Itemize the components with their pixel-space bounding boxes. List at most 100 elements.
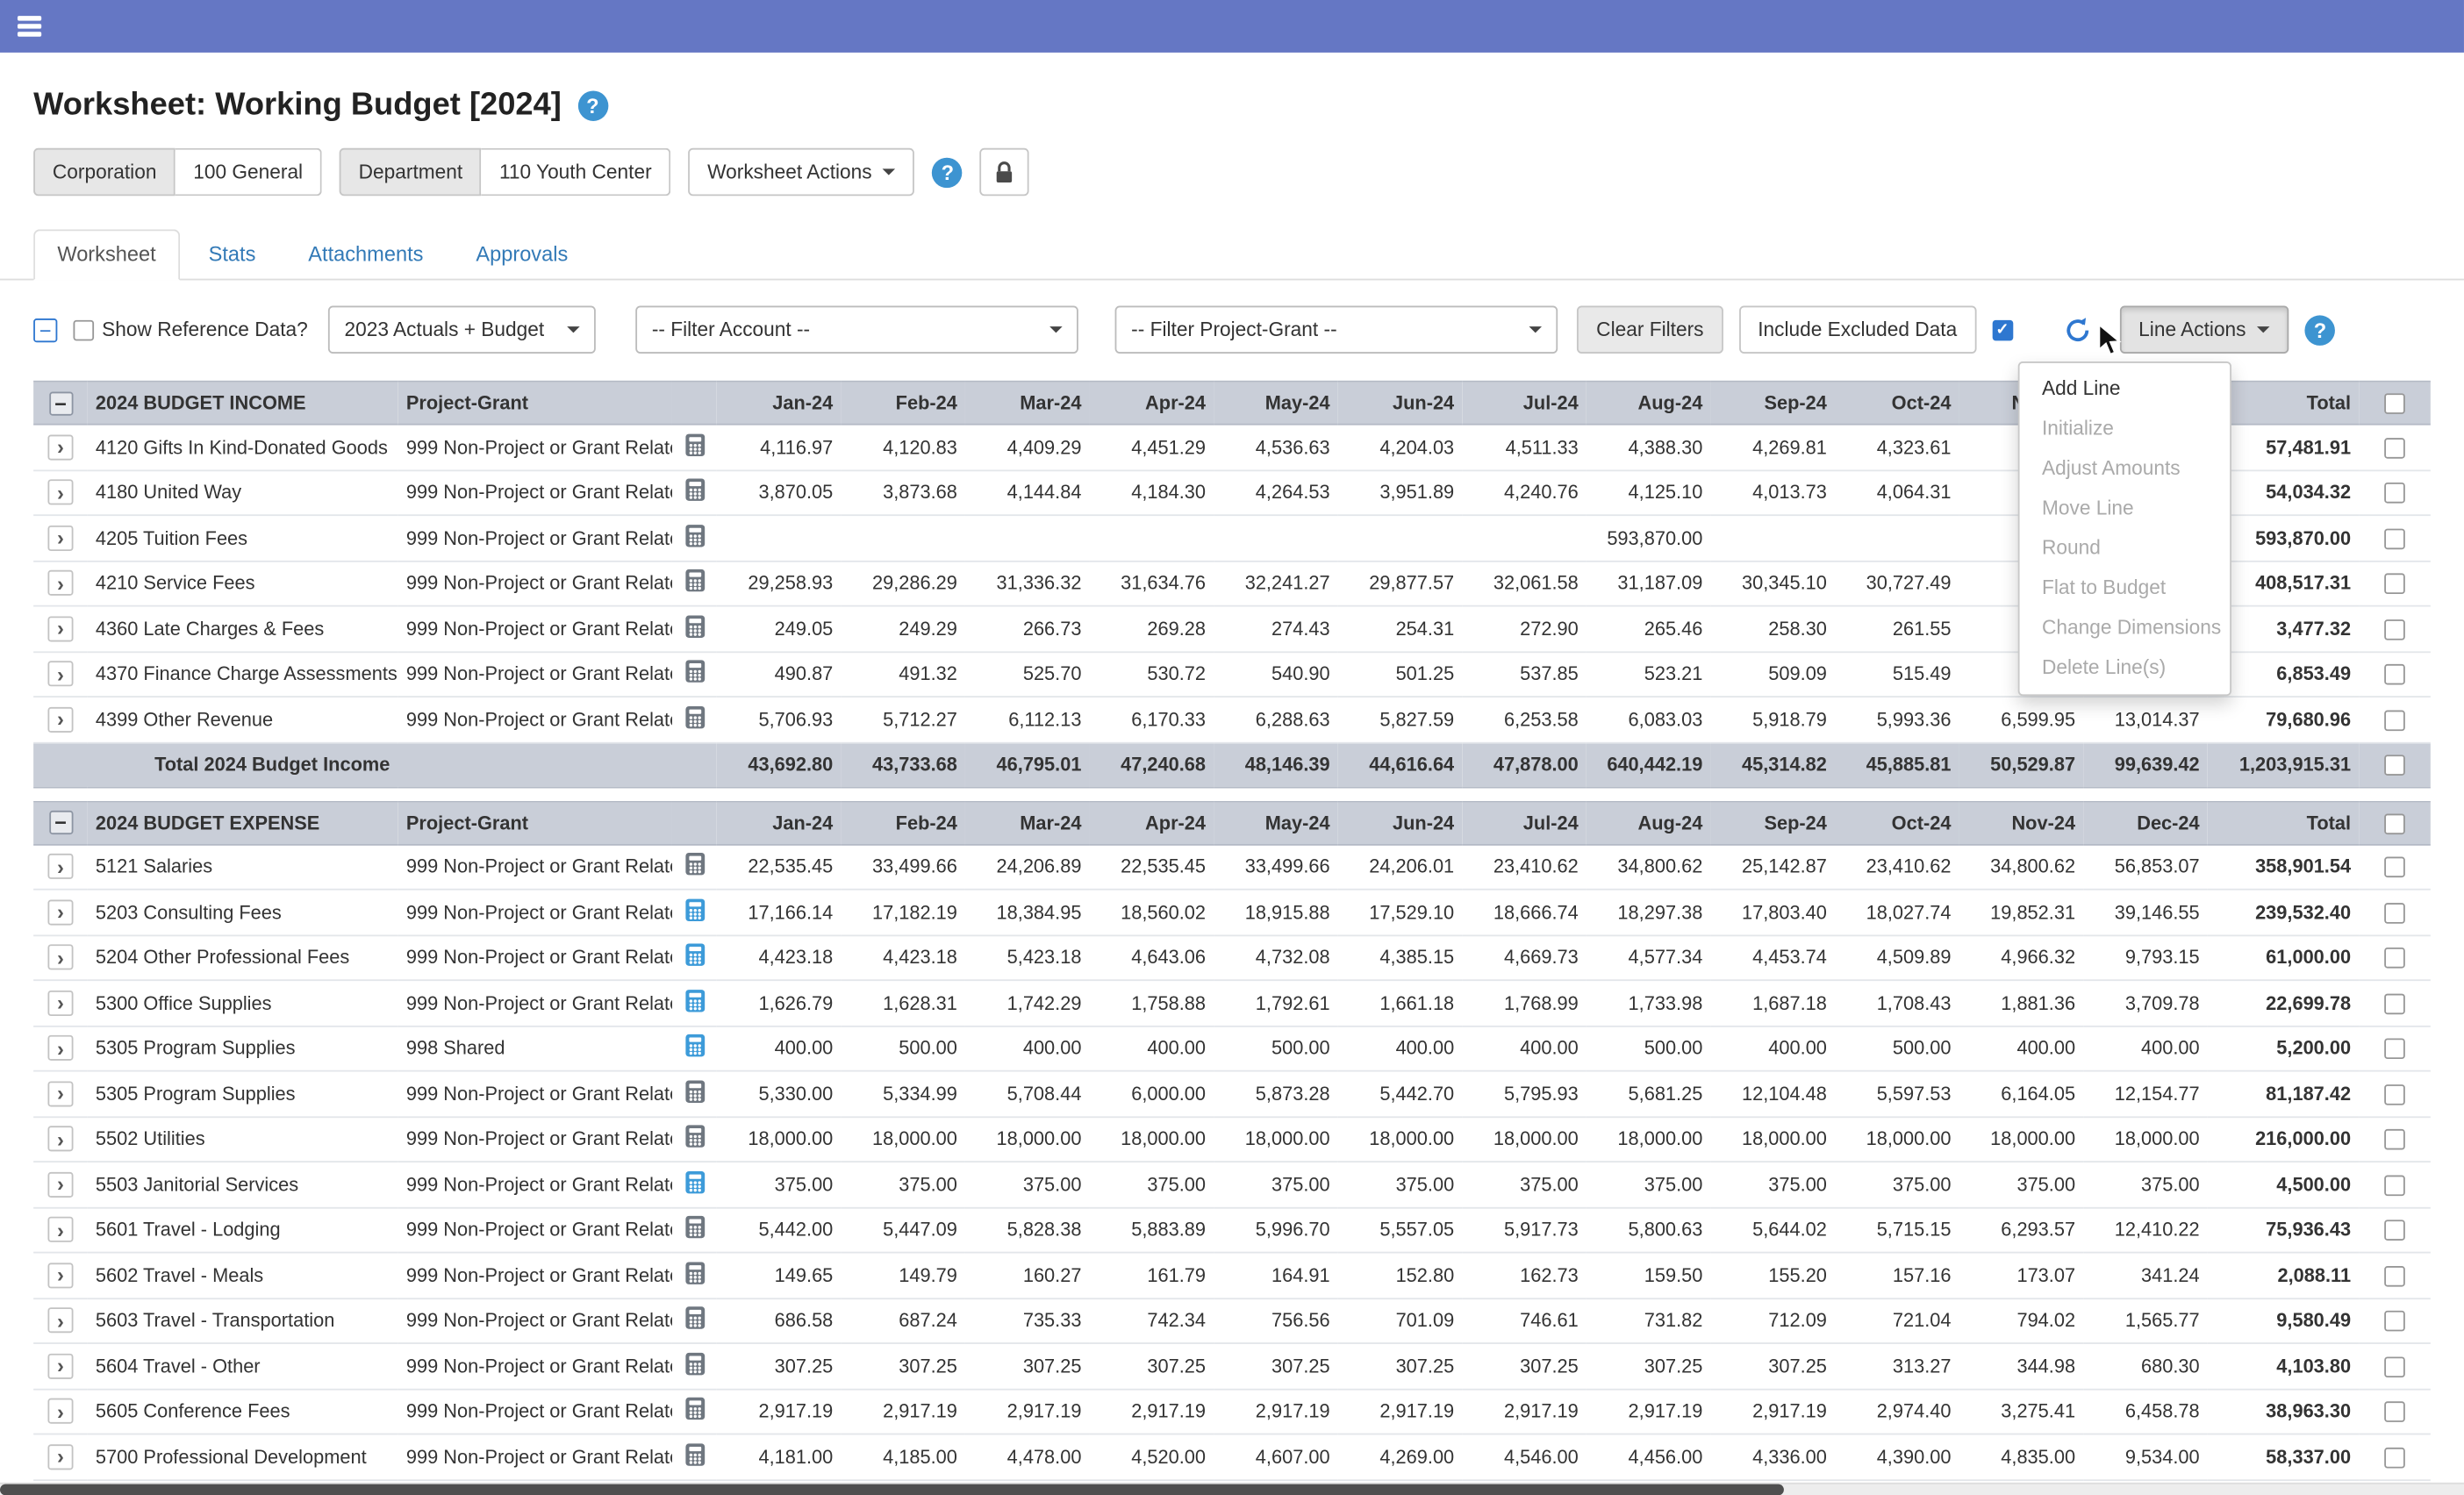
month-value-cell[interactable]: 500.00: [1587, 1026, 1711, 1071]
month-value-cell[interactable]: 5,800.63: [1587, 1207, 1711, 1253]
month-value-cell[interactable]: 4,451.29: [1090, 425, 1214, 470]
expand-row-button[interactable]: ›: [47, 1171, 73, 1197]
expand-row-button[interactable]: ›: [47, 945, 73, 970]
menu-item-move-line[interactable]: Move Line: [2020, 489, 2231, 528]
calculator-icon[interactable]: [684, 898, 706, 921]
row-checkbox[interactable]: [2384, 1220, 2405, 1241]
month-value-cell[interactable]: 500.00: [1214, 1026, 1338, 1071]
month-value-cell[interactable]: 18,560.02: [1090, 890, 1214, 935]
month-value-cell[interactable]: 12,410.22: [2083, 1207, 2208, 1253]
month-value-cell[interactable]: 4,269.00: [1338, 1434, 1463, 1479]
month-value-cell[interactable]: 2,974.40: [1835, 1389, 1959, 1434]
month-value-cell[interactable]: 375.00: [1462, 1162, 1587, 1207]
menu-item-initialize[interactable]: Initialize: [2020, 409, 2231, 448]
month-value-cell[interactable]: 5,827.59: [1338, 697, 1463, 742]
month-value-cell[interactable]: 400.00: [1959, 1026, 2084, 1071]
month-value-cell[interactable]: 490.87: [717, 651, 842, 697]
month-value-cell[interactable]: 5,996.70: [1214, 1207, 1338, 1253]
calculator-icon[interactable]: [684, 524, 706, 547]
calculator-icon[interactable]: [684, 1215, 706, 1239]
month-value-cell[interactable]: 25,142.87: [1710, 844, 1835, 890]
month-value-cell[interactable]: 5,795.93: [1462, 1071, 1587, 1117]
month-value-cell[interactable]: 5,442.70: [1338, 1071, 1463, 1117]
expand-row-button[interactable]: ›: [47, 662, 73, 687]
month-value-cell[interactable]: 742.34: [1090, 1298, 1214, 1343]
month-value-cell[interactable]: 173.07: [1959, 1253, 2084, 1298]
month-value-cell[interactable]: 3,870.05: [717, 469, 842, 515]
month-value-cell[interactable]: 5,447.09: [841, 1207, 965, 1253]
month-value-cell[interactable]: 18,027.74: [1835, 890, 1959, 935]
month-value-cell[interactable]: 269.28: [1090, 606, 1214, 652]
section-select-checkbox[interactable]: [2384, 813, 2405, 834]
month-value-cell[interactable]: 9,793.15: [2083, 934, 2208, 980]
month-value-cell[interactable]: 1,687.18: [1710, 980, 1835, 1026]
month-value-cell[interactable]: 17,529.10: [1338, 890, 1463, 935]
month-value-cell[interactable]: 5,873.28: [1214, 1071, 1338, 1117]
row-checkbox[interactable]: [2384, 665, 2405, 686]
month-value-cell[interactable]: 4,546.00: [1462, 1434, 1587, 1479]
month-value-cell[interactable]: [1462, 515, 1587, 561]
include-excluded-checkbox[interactable]: [1992, 319, 2013, 340]
row-checkbox[interactable]: [2384, 948, 2405, 969]
department-value[interactable]: 110 Youth Center: [482, 148, 670, 196]
worksheet-actions-button[interactable]: Worksheet Actions: [688, 148, 914, 196]
month-value-cell[interactable]: 1,881.36: [1959, 980, 2084, 1026]
month-value-cell[interactable]: 400.00: [1710, 1026, 1835, 1071]
expand-row-button[interactable]: ›: [47, 616, 73, 641]
month-value-cell[interactable]: 5,597.53: [1835, 1071, 1959, 1117]
calculator-icon[interactable]: [684, 943, 706, 967]
month-value-cell[interactable]: 161.79: [1090, 1253, 1214, 1298]
month-value-cell[interactable]: 160.27: [965, 1253, 1090, 1298]
row-checkbox[interactable]: [2384, 1402, 2405, 1423]
month-value-cell[interactable]: [717, 515, 842, 561]
expand-row-button[interactable]: ›: [47, 1444, 73, 1470]
month-value-cell[interactable]: 756.56: [1214, 1298, 1338, 1343]
month-value-cell[interactable]: 4,269.81: [1710, 425, 1835, 470]
line-actions-button[interactable]: Line Actions: [2119, 305, 2289, 353]
calculator-icon[interactable]: [684, 660, 706, 683]
calculator-icon[interactable]: [684, 1397, 706, 1420]
month-value-cell[interactable]: 4,264.53: [1214, 469, 1338, 515]
month-value-cell[interactable]: 4,643.06: [1090, 934, 1214, 980]
month-value-cell[interactable]: 1,733.98: [1587, 980, 1711, 1026]
month-value-cell[interactable]: [1835, 515, 1959, 561]
tab-stats[interactable]: Stats: [184, 229, 279, 280]
tab-worksheet[interactable]: Worksheet: [33, 229, 180, 280]
month-value-cell[interactable]: 375.00: [2083, 1162, 2208, 1207]
row-checkbox[interactable]: [2384, 710, 2405, 731]
expand-row-button[interactable]: ›: [47, 1035, 73, 1061]
month-value-cell[interactable]: 540.90: [1214, 651, 1338, 697]
calculator-icon[interactable]: [684, 1352, 706, 1376]
month-value-cell[interactable]: 4,013.73: [1710, 469, 1835, 515]
month-value-cell[interactable]: 6,164.05: [1959, 1071, 2084, 1117]
month-value-cell[interactable]: 794.02: [1959, 1298, 2084, 1343]
row-checkbox[interactable]: [2384, 1039, 2405, 1060]
month-value-cell[interactable]: 307.25: [1710, 1343, 1835, 1389]
month-value-cell[interactable]: 6,170.33: [1090, 697, 1214, 742]
month-value-cell[interactable]: 4,385.15: [1338, 934, 1463, 980]
month-value-cell[interactable]: 23,410.62: [1462, 844, 1587, 890]
month-value-cell[interactable]: 400.00: [2083, 1026, 2208, 1071]
month-value-cell[interactable]: 1,758.88: [1090, 980, 1214, 1026]
month-value-cell[interactable]: 4,064.31: [1835, 469, 1959, 515]
month-value-cell[interactable]: 6,293.57: [1959, 1207, 2084, 1253]
expand-row-button[interactable]: ›: [47, 1127, 73, 1152]
month-value-cell[interactable]: 18,000.00: [1710, 1116, 1835, 1162]
month-value-cell[interactable]: 18,000.00: [1462, 1116, 1587, 1162]
month-value-cell[interactable]: 2,917.19: [1462, 1389, 1587, 1434]
month-value-cell[interactable]: 4,536.63: [1214, 425, 1338, 470]
row-checkbox[interactable]: [2384, 1312, 2405, 1333]
month-value-cell[interactable]: 400.00: [1462, 1026, 1587, 1071]
month-value-cell[interactable]: 375.00: [1338, 1162, 1463, 1207]
month-value-cell[interactable]: 265.46: [1587, 606, 1711, 652]
month-value-cell[interactable]: 18,666.74: [1462, 890, 1587, 935]
month-value-cell[interactable]: 341.24: [2083, 1253, 2208, 1298]
month-value-cell[interactable]: 12,154.77: [2083, 1071, 2208, 1117]
month-value-cell[interactable]: 18,915.88: [1214, 890, 1338, 935]
expand-row-button[interactable]: ›: [47, 570, 73, 596]
month-value-cell[interactable]: 3,709.78: [2083, 980, 2208, 1026]
month-value-cell[interactable]: 22,535.45: [1090, 844, 1214, 890]
month-value-cell[interactable]: 375.00: [1090, 1162, 1214, 1207]
row-checkbox[interactable]: [2384, 1266, 2405, 1287]
row-checkbox[interactable]: [2384, 1130, 2405, 1151]
